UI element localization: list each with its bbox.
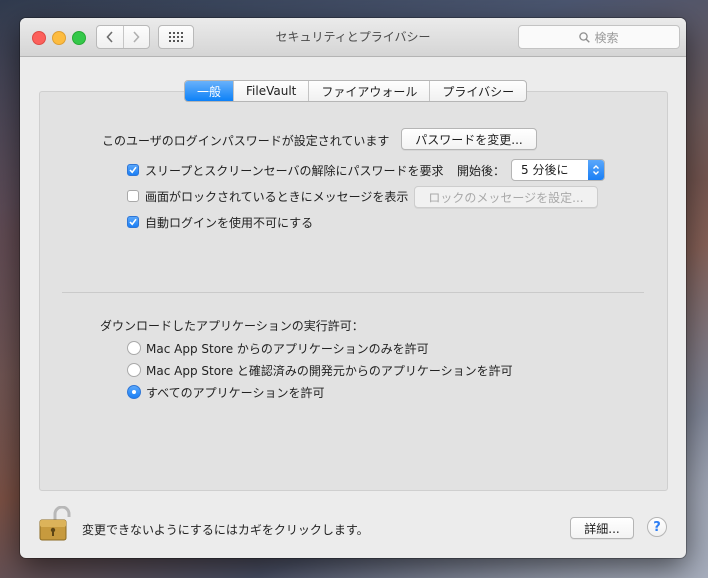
tab-general[interactable]: 一般 — [185, 81, 234, 101]
window-title: セキュリティとプライバシー — [275, 30, 431, 44]
tab-filevault[interactable]: FileVault — [233, 81, 308, 101]
radio-app-store-only-label: Mac App Store からのアプリケーションのみを許可 — [146, 342, 429, 356]
title-bar: セキュリティとプライバシー 検索 — [20, 18, 686, 57]
require-password-label: スリープとスクリーンセーバの解除にパスワードを要求 — [145, 164, 444, 178]
delay-value: 5 分後に — [521, 163, 569, 177]
tab-firewall[interactable]: ファイアウォール — [308, 81, 429, 101]
forward-button[interactable] — [122, 26, 150, 48]
popup-arrows-icon — [588, 160, 604, 180]
change-password-button[interactable]: パスワードを変更... — [401, 128, 537, 150]
require-password-checkbox[interactable] — [127, 164, 139, 176]
search-placeholder: 検索 — [594, 30, 619, 45]
tab-privacy[interactable]: プライバシー — [429, 81, 526, 101]
disable-auto-login-checkbox[interactable] — [127, 216, 139, 228]
chevron-right-icon — [133, 31, 140, 43]
zoom-button[interactable] — [72, 31, 86, 45]
lock-hint-text: 変更できないようにするにはカギをクリックします。 — [82, 523, 369, 537]
back-button[interactable] — [97, 26, 123, 48]
search-icon — [579, 31, 591, 43]
search-field[interactable]: 検索 — [518, 25, 680, 49]
checkmark-icon — [129, 218, 137, 226]
downloads-heading: ダウンロードしたアプリケーションの実行許可： — [100, 319, 364, 333]
help-button[interactable]: ? — [647, 517, 667, 537]
radio-app-store-and-identified[interactable] — [127, 363, 141, 377]
disable-auto-login-label: 自動ログインを使用不可にする — [145, 216, 314, 230]
radio-app-store-only[interactable] — [127, 341, 141, 355]
section-divider — [62, 292, 644, 293]
checkmark-icon — [129, 166, 137, 174]
preferences-window: セキュリティとプライバシー 検索 一般 FileVault ファイアウォール プ… — [20, 18, 686, 558]
password-set-label: このユーザのログインパスワードが設定されています — [102, 134, 390, 148]
radio-app-store-and-identified-label: Mac App Store と確認済みの開発元からのアプリケーションを許可 — [146, 364, 513, 378]
show-message-label: 画面がロックされているときにメッセージを表示 — [145, 190, 409, 204]
after-label: 開始後： — [457, 164, 506, 178]
tab-bar: 一般 FileVault ファイアウォール プライバシー — [184, 80, 528, 102]
grid-icon — [169, 32, 183, 42]
show-all-button[interactable] — [158, 25, 194, 49]
close-button[interactable] — [32, 31, 46, 45]
radio-anywhere[interactable] — [127, 385, 141, 399]
navigation-buttons — [96, 25, 150, 49]
minimize-button[interactable] — [52, 31, 66, 45]
tab-content-panel — [39, 91, 668, 491]
chevron-left-icon — [106, 31, 113, 43]
advanced-button[interactable]: 詳細... — [570, 517, 634, 539]
set-lock-message-button[interactable]: ロックのメッセージを設定... — [414, 186, 598, 208]
radio-anywhere-label: すべてのアプリケーションを許可 — [146, 386, 325, 400]
show-message-checkbox[interactable] — [127, 190, 139, 202]
lock-icon[interactable] — [38, 505, 72, 542]
require-password-delay-popup[interactable]: 5 分後に — [511, 159, 605, 181]
